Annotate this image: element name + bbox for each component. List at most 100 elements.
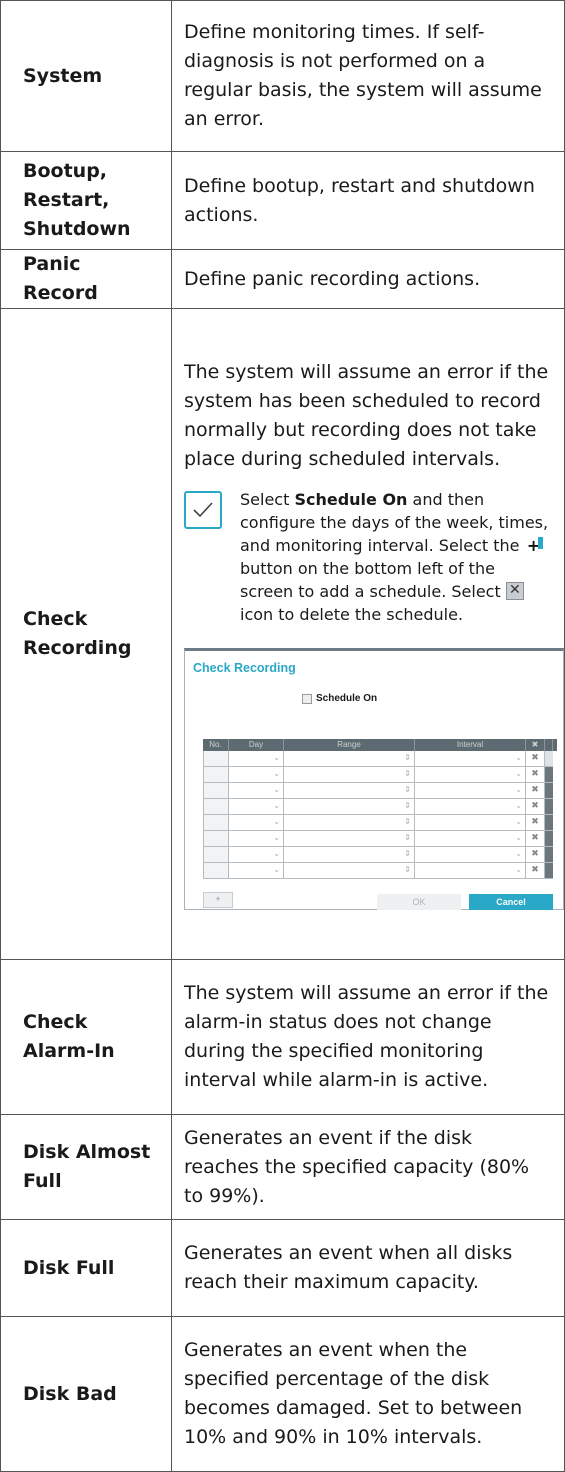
row-range-stepper[interactable]: ⇕ bbox=[284, 783, 415, 799]
scrollbar-track[interactable] bbox=[545, 847, 553, 863]
row-range-stepper[interactable]: ⇕ bbox=[284, 847, 415, 863]
row-delete-icon[interactable]: ✖ bbox=[526, 847, 545, 863]
term-cell: Check Recording bbox=[0, 308, 172, 960]
row-no-cell bbox=[203, 783, 229, 799]
desc-cell: Define monitoring times. If self-diagnos… bbox=[171, 0, 565, 152]
row-interval-dropdown[interactable]: ⌄ bbox=[415, 783, 526, 799]
col-day: Day bbox=[229, 739, 284, 751]
row-interval-dropdown[interactable]: ⌄ bbox=[415, 799, 526, 815]
add-schedule-button[interactable]: + bbox=[203, 892, 233, 908]
row-interval-dropdown[interactable]: ⌄ bbox=[415, 815, 526, 831]
row-no-cell bbox=[203, 767, 229, 783]
scrollbar-track[interactable] bbox=[545, 831, 553, 847]
row-range-stepper[interactable]: ⇕ bbox=[284, 831, 415, 847]
row-day-dropdown[interactable]: ⌄ bbox=[229, 847, 284, 863]
scrollbar-track[interactable] bbox=[545, 863, 553, 879]
ok-button[interactable]: OK bbox=[377, 894, 461, 910]
term-cell: Disk Full bbox=[0, 1219, 172, 1317]
x-box-icon: ✕ bbox=[505, 581, 524, 600]
table-row: Disk Full Generates an event when all di… bbox=[0, 1219, 565, 1317]
checkbox-box[interactable] bbox=[302, 693, 312, 704]
note: Select Schedule On and then configure th… bbox=[184, 488, 552, 626]
term-cell: System bbox=[0, 0, 172, 152]
scrollbar-track[interactable] bbox=[545, 767, 553, 783]
plus-icon: + bbox=[525, 534, 543, 557]
row-delete-icon[interactable]: ✖ bbox=[526, 767, 545, 783]
row-interval-dropdown[interactable]: ⌄ bbox=[415, 767, 526, 783]
row-interval-dropdown[interactable]: ⌄ bbox=[415, 831, 526, 847]
row-day-dropdown[interactable]: ⌄ bbox=[229, 751, 284, 767]
table-row: System Define monitoring times. If self-… bbox=[0, 0, 565, 152]
col-interval: Interval bbox=[415, 739, 526, 751]
scrollbar-track[interactable] bbox=[545, 783, 553, 799]
term-cell: Check Alarm-In bbox=[0, 959, 172, 1115]
grid-header: No. Day Range Interval ✖ bbox=[203, 739, 557, 751]
row-delete-icon[interactable]: ✖ bbox=[526, 799, 545, 815]
schedule-grid: No. Day Range Interval ✖ ⌄ ⇕ ⌄ ✖ ⌄ ⇕ ⌄ ✖ ⌄ ⇕ ⌄ ✖ ⌄ ⇕ ⌄… bbox=[203, 739, 557, 887]
desc-cell: The system will assume an error if the a… bbox=[171, 959, 565, 1115]
term-cell: Bootup, Restart, Shutdown bbox=[0, 151, 172, 250]
desc-cell: Define bootup, restart and shutdown acti… bbox=[171, 151, 565, 250]
schedule-row[interactable]: ⌄ ⇕ ⌄ ✖ bbox=[203, 767, 557, 783]
scrollbar-track[interactable] bbox=[545, 751, 553, 767]
row-delete-icon[interactable]: ✖ bbox=[526, 863, 545, 879]
col-range: Range bbox=[284, 739, 415, 751]
col-scroll bbox=[545, 739, 553, 751]
note-part3: button on the bottom left of the screen … bbox=[240, 559, 506, 601]
row-interval-dropdown[interactable]: ⌄ bbox=[415, 863, 526, 879]
desc-cell: The system will assume an error if the s… bbox=[171, 308, 565, 960]
table-row: Disk Bad Generates an event when the spe… bbox=[0, 1316, 565, 1472]
table-row: Check Alarm-In The system will assume an… bbox=[0, 959, 565, 1115]
row-day-dropdown[interactable]: ⌄ bbox=[229, 863, 284, 879]
row-day-dropdown[interactable]: ⌄ bbox=[229, 799, 284, 815]
desc-cell: Generates an event if the disk reaches t… bbox=[171, 1114, 565, 1220]
row-no-cell bbox=[203, 847, 229, 863]
row-day-dropdown[interactable]: ⌄ bbox=[229, 767, 284, 783]
table-row: Bootup, Restart, Shutdown Define bootup,… bbox=[0, 151, 565, 250]
row-no-cell bbox=[203, 831, 229, 847]
desc-cell: Generates an event when the specified pe… bbox=[171, 1316, 565, 1472]
schedule-row[interactable]: ⌄ ⇕ ⌄ ✖ bbox=[203, 831, 557, 847]
col-no: No. bbox=[203, 739, 229, 751]
term-cell: Disk Bad bbox=[0, 1316, 172, 1472]
row-day-dropdown[interactable]: ⌄ bbox=[229, 783, 284, 799]
schedule-row[interactable]: ⌄ ⇕ ⌄ ✖ bbox=[203, 847, 557, 863]
row-delete-icon[interactable]: ✖ bbox=[526, 831, 545, 847]
row-no-cell bbox=[203, 751, 229, 767]
note-text: Select Schedule On and then configure th… bbox=[240, 488, 552, 626]
row-day-dropdown[interactable]: ⌄ bbox=[229, 831, 284, 847]
row-range-stepper[interactable]: ⇕ bbox=[284, 815, 415, 831]
note-part1: Select bbox=[240, 490, 295, 509]
schedule-row[interactable]: ⌄ ⇕ ⌄ ✖ bbox=[203, 863, 557, 879]
scrollbar-track[interactable] bbox=[545, 799, 553, 815]
row-range-stepper[interactable]: ⇕ bbox=[284, 751, 415, 767]
row-delete-icon[interactable]: ✖ bbox=[526, 751, 545, 767]
term-cell: Disk Almost Full bbox=[0, 1114, 172, 1220]
settings-table: System Define monitoring times. If self-… bbox=[0, 0, 565, 1472]
row-range-stepper[interactable]: ⇕ bbox=[284, 767, 415, 783]
table-row: Panic Record Define panic recording acti… bbox=[0, 249, 565, 309]
check-recording-dialog: Check Recording Schedule On No. Day Rang… bbox=[184, 648, 564, 910]
schedule-row[interactable]: ⌄ ⇕ ⌄ ✖ bbox=[203, 751, 557, 767]
term-cell: Panic Record bbox=[0, 249, 172, 309]
note-part4: icon to delete the schedule. bbox=[240, 605, 464, 624]
note-bold: Schedule On bbox=[294, 490, 408, 509]
row-interval-dropdown[interactable]: ⌄ bbox=[415, 751, 526, 767]
schedule-row[interactable]: ⌄ ⇕ ⌄ ✖ bbox=[203, 783, 557, 799]
desc-cell: Generates an event when all disks reach … bbox=[171, 1219, 565, 1317]
checkmark-icon bbox=[184, 491, 222, 529]
row-range-stepper[interactable]: ⇕ bbox=[284, 863, 415, 879]
cancel-button[interactable]: Cancel bbox=[469, 894, 553, 910]
schedule-row[interactable]: ⌄ ⇕ ⌄ ✖ bbox=[203, 815, 557, 831]
row-day-dropdown[interactable]: ⌄ bbox=[229, 815, 284, 831]
row-no-cell bbox=[203, 863, 229, 879]
row-interval-dropdown[interactable]: ⌄ bbox=[415, 847, 526, 863]
schedule-row[interactable]: ⌄ ⇕ ⌄ ✖ bbox=[203, 799, 557, 815]
schedule-on-checkbox[interactable]: Schedule On bbox=[302, 684, 377, 713]
desc-text: The system will assume an error if the s… bbox=[184, 361, 549, 470]
scrollbar-track[interactable] bbox=[545, 815, 553, 831]
desc-cell: Define panic recording actions. bbox=[171, 249, 565, 309]
row-delete-icon[interactable]: ✖ bbox=[526, 783, 545, 799]
row-delete-icon[interactable]: ✖ bbox=[526, 815, 545, 831]
row-range-stepper[interactable]: ⇕ bbox=[284, 799, 415, 815]
